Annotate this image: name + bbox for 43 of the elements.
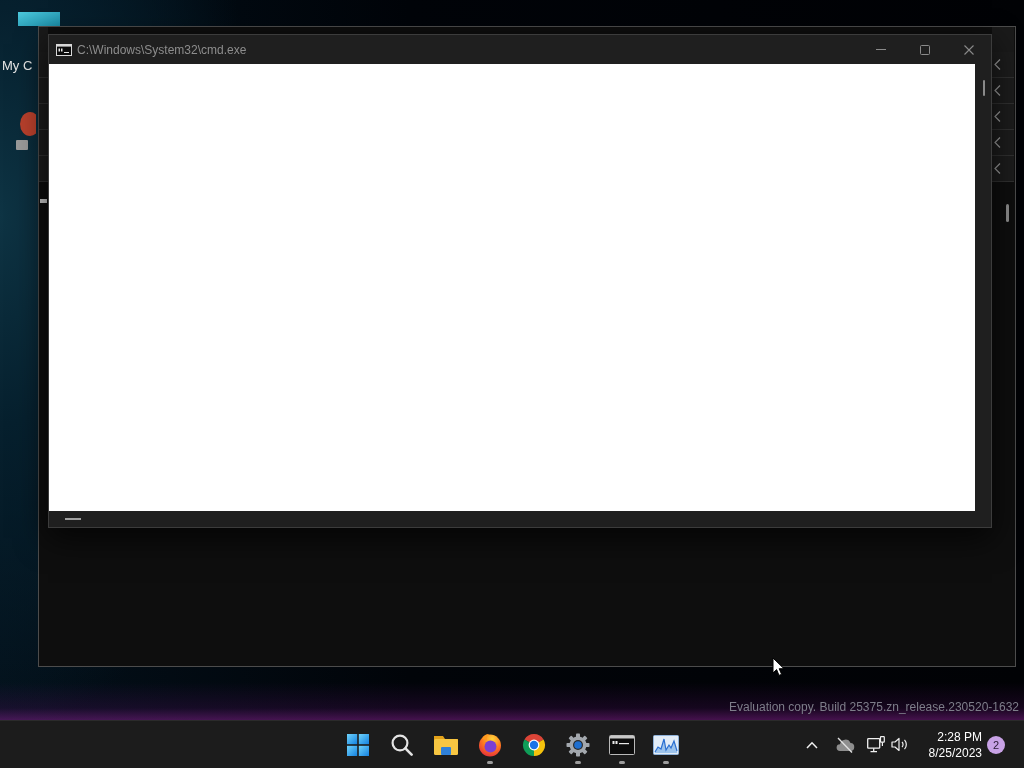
network-icon[interactable]: [867, 736, 885, 753]
chevron-icon[interactable]: [994, 163, 1001, 174]
scroll-thumb[interactable]: [1006, 204, 1009, 222]
scroll-thumb[interactable]: [40, 199, 47, 203]
desktop-app-icon[interactable]: [14, 112, 36, 152]
terminal-icon: [609, 734, 635, 755]
clock-time[interactable]: 2:28 PM: [937, 728, 982, 745]
chevron-icon[interactable]: [994, 137, 1001, 148]
search-icon: [391, 733, 413, 756]
shortcut-icon[interactable]: [18, 12, 60, 26]
minimize-icon: [876, 49, 886, 50]
windows-logo-icon: [347, 733, 369, 756]
speaker-icon[interactable]: [891, 737, 909, 752]
window-title: C:\Windows\System32\cmd.exe: [77, 42, 248, 57]
cloud-off-icon[interactable]: [835, 736, 855, 753]
cursor-icon: [772, 657, 785, 677]
line-chart-icon: [653, 734, 679, 755]
browser-icon: [522, 732, 546, 757]
chevron-icon[interactable]: [994, 59, 1001, 70]
list-row[interactable]: [992, 104, 1014, 130]
chevron-icon[interactable]: [994, 111, 1001, 122]
gear-icon: [566, 732, 590, 757]
scroll-thumb[interactable]: [983, 80, 985, 96]
running-indicator: [575, 761, 581, 764]
scroll-thumb[interactable]: [65, 518, 81, 520]
clock-date[interactable]: 8/25/2023: [928, 744, 982, 761]
list-row[interactable]: [992, 156, 1014, 182]
folder-icon: [433, 733, 459, 756]
chevron-up-icon[interactable]: [806, 740, 818, 749]
running-indicator: [619, 761, 625, 764]
build-watermark: Evaluation copy. Build 25375.zn_release.230520-1632: [729, 700, 1019, 714]
chevron-icon[interactable]: [994, 85, 1001, 96]
close-icon: [964, 44, 974, 55]
notification-badge[interactable]: 2: [987, 735, 1005, 754]
browser-icon: [478, 732, 502, 757]
desktop-icon-label[interactable]: My C: [2, 58, 33, 73]
list-row[interactable]: [992, 130, 1014, 156]
list-row[interactable]: [992, 52, 1014, 78]
maximize-icon: [920, 44, 930, 55]
running-indicator: [663, 761, 669, 764]
running-indicator: [487, 761, 493, 764]
list-row[interactable]: [992, 78, 1014, 104]
terminal-icon: [56, 43, 72, 56]
